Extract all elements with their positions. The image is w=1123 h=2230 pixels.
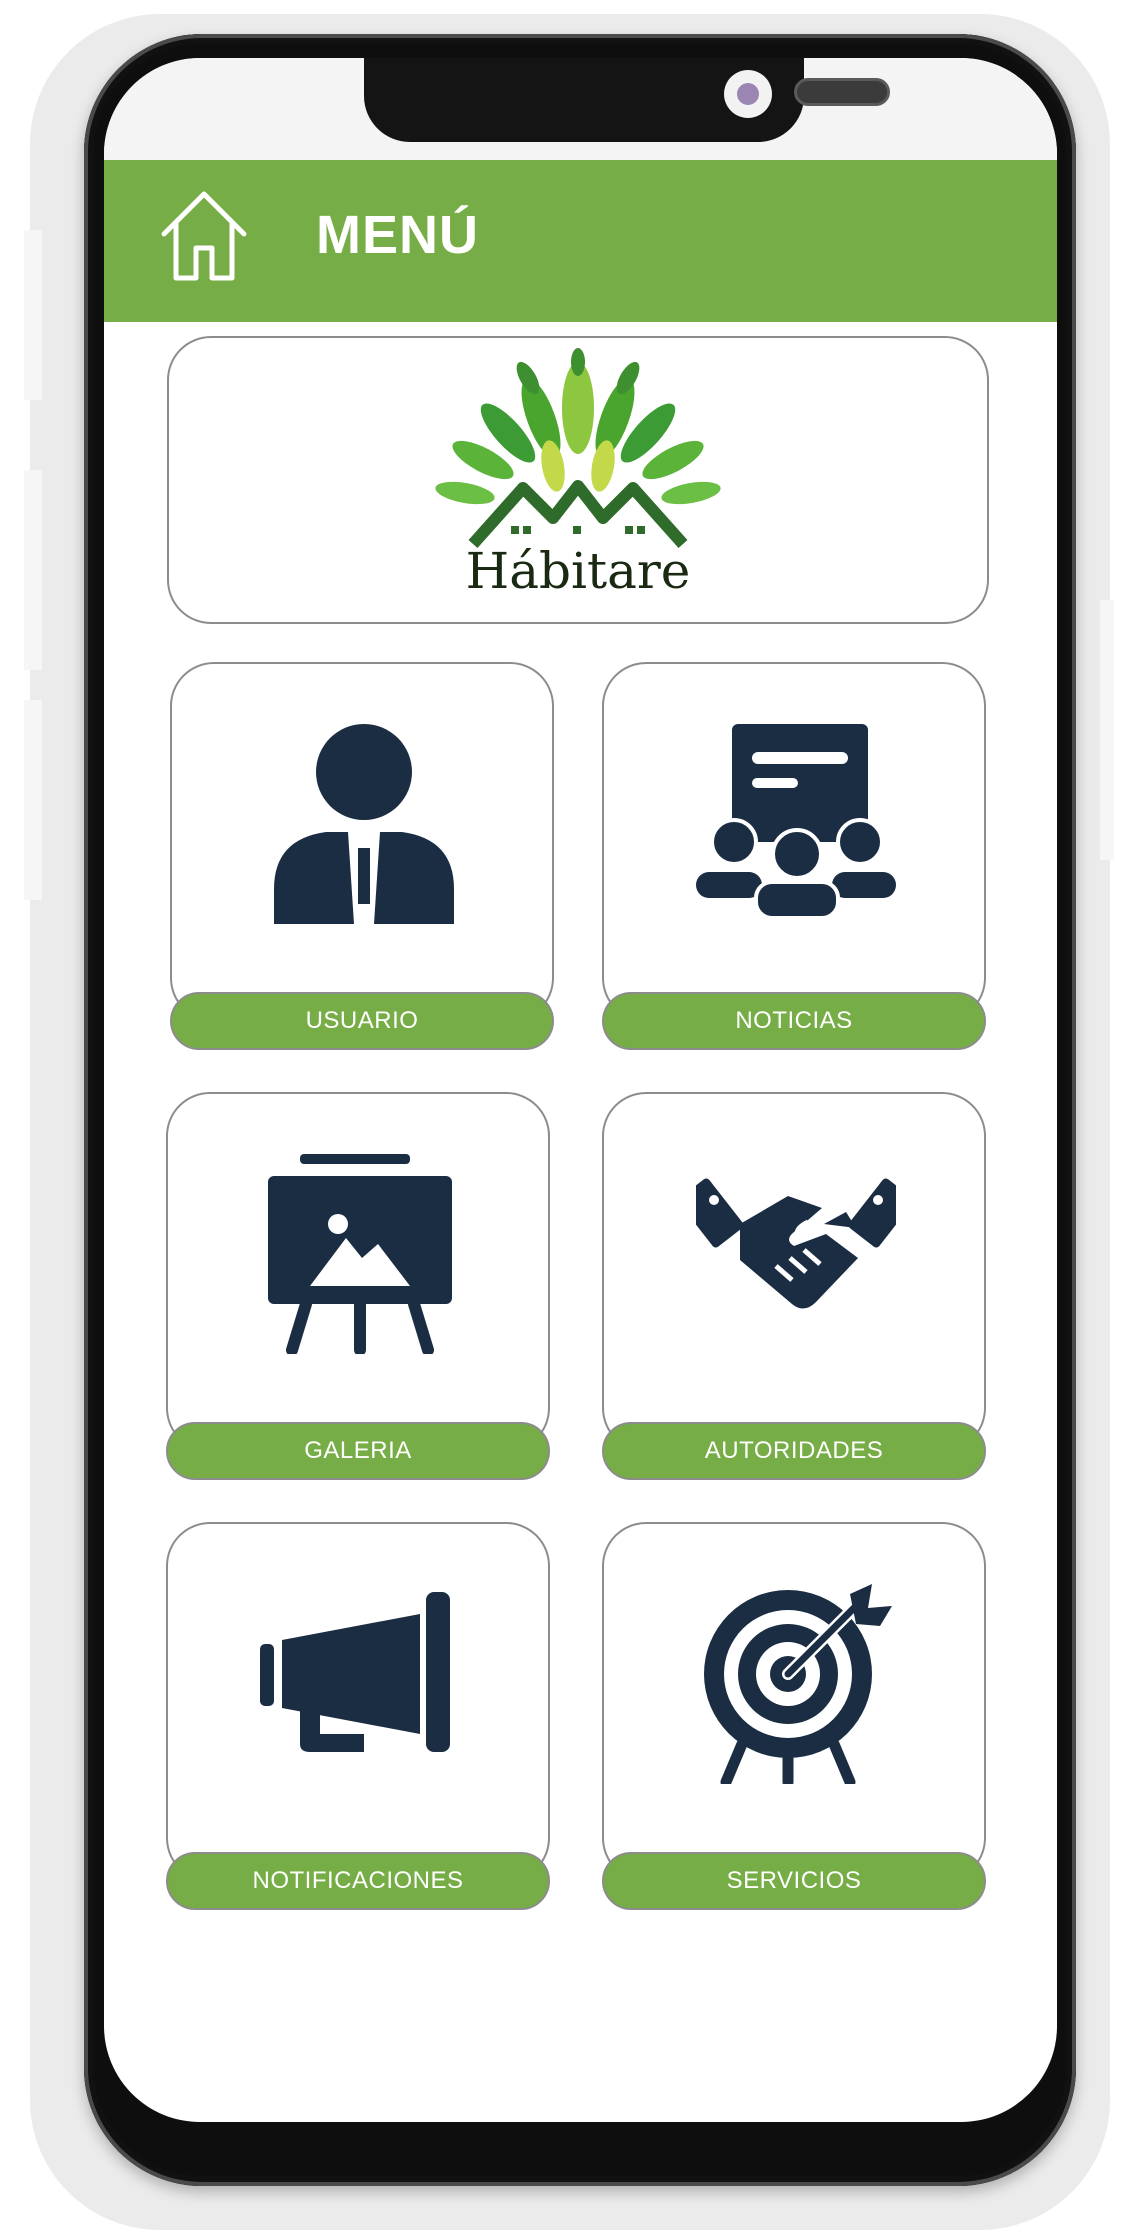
target-icon: [704, 1584, 892, 1784]
tile-autoridades[interactable]: AUTORIDADES: [602, 1092, 986, 1482]
tile-card: [166, 1092, 550, 1452]
tile-noticias[interactable]: NOTICIAS: [602, 662, 986, 1052]
tile-usuario[interactable]: USUARIO: [170, 662, 554, 1052]
user-icon: [274, 724, 454, 924]
tile-card: [602, 662, 986, 1022]
habitare-logo: [435, 348, 721, 548]
tile-label[interactable]: USUARIO: [170, 992, 554, 1050]
tile-servicios[interactable]: SERVICIOS: [602, 1522, 986, 1912]
tile-label[interactable]: GALERIA: [166, 1422, 550, 1480]
side-button: [24, 470, 42, 670]
tile-card: [602, 1522, 986, 1882]
tile-card: [602, 1092, 986, 1452]
notch: [364, 58, 890, 142]
tile-label[interactable]: SERVICIOS: [602, 1852, 986, 1910]
news-presentation-icon: [696, 724, 896, 920]
tile-notificaciones[interactable]: NOTIFICACIONES: [166, 1522, 550, 1912]
side-button: [1100, 600, 1114, 860]
tile-label[interactable]: AUTORIDADES: [602, 1422, 986, 1480]
app-header: MENÚ: [104, 160, 1057, 322]
logo-card: Hábitare: [167, 336, 989, 624]
side-button: [24, 230, 42, 400]
logo-wordmark: Hábitare: [465, 542, 691, 600]
tile-label[interactable]: NOTIFICACIONES: [166, 1852, 550, 1910]
tile-card: [166, 1522, 550, 1882]
page-title: MENÚ: [316, 205, 479, 265]
tile-label[interactable]: NOTICIAS: [602, 992, 986, 1050]
gallery-easel-icon: [268, 1154, 452, 1354]
front-camera: [724, 70, 772, 118]
side-button: [24, 700, 42, 900]
home-icon[interactable]: [156, 186, 252, 286]
app-screen: MENÚ Hábitare USUARIO NOTICIAS GALERIA A…: [104, 58, 1057, 2122]
tile-card: [170, 662, 554, 1022]
tile-galeria[interactable]: GALERIA: [166, 1092, 550, 1482]
megaphone-icon: [260, 1592, 450, 1752]
handshake-icon: [696, 1178, 896, 1309]
earpiece-speaker: [794, 78, 890, 106]
